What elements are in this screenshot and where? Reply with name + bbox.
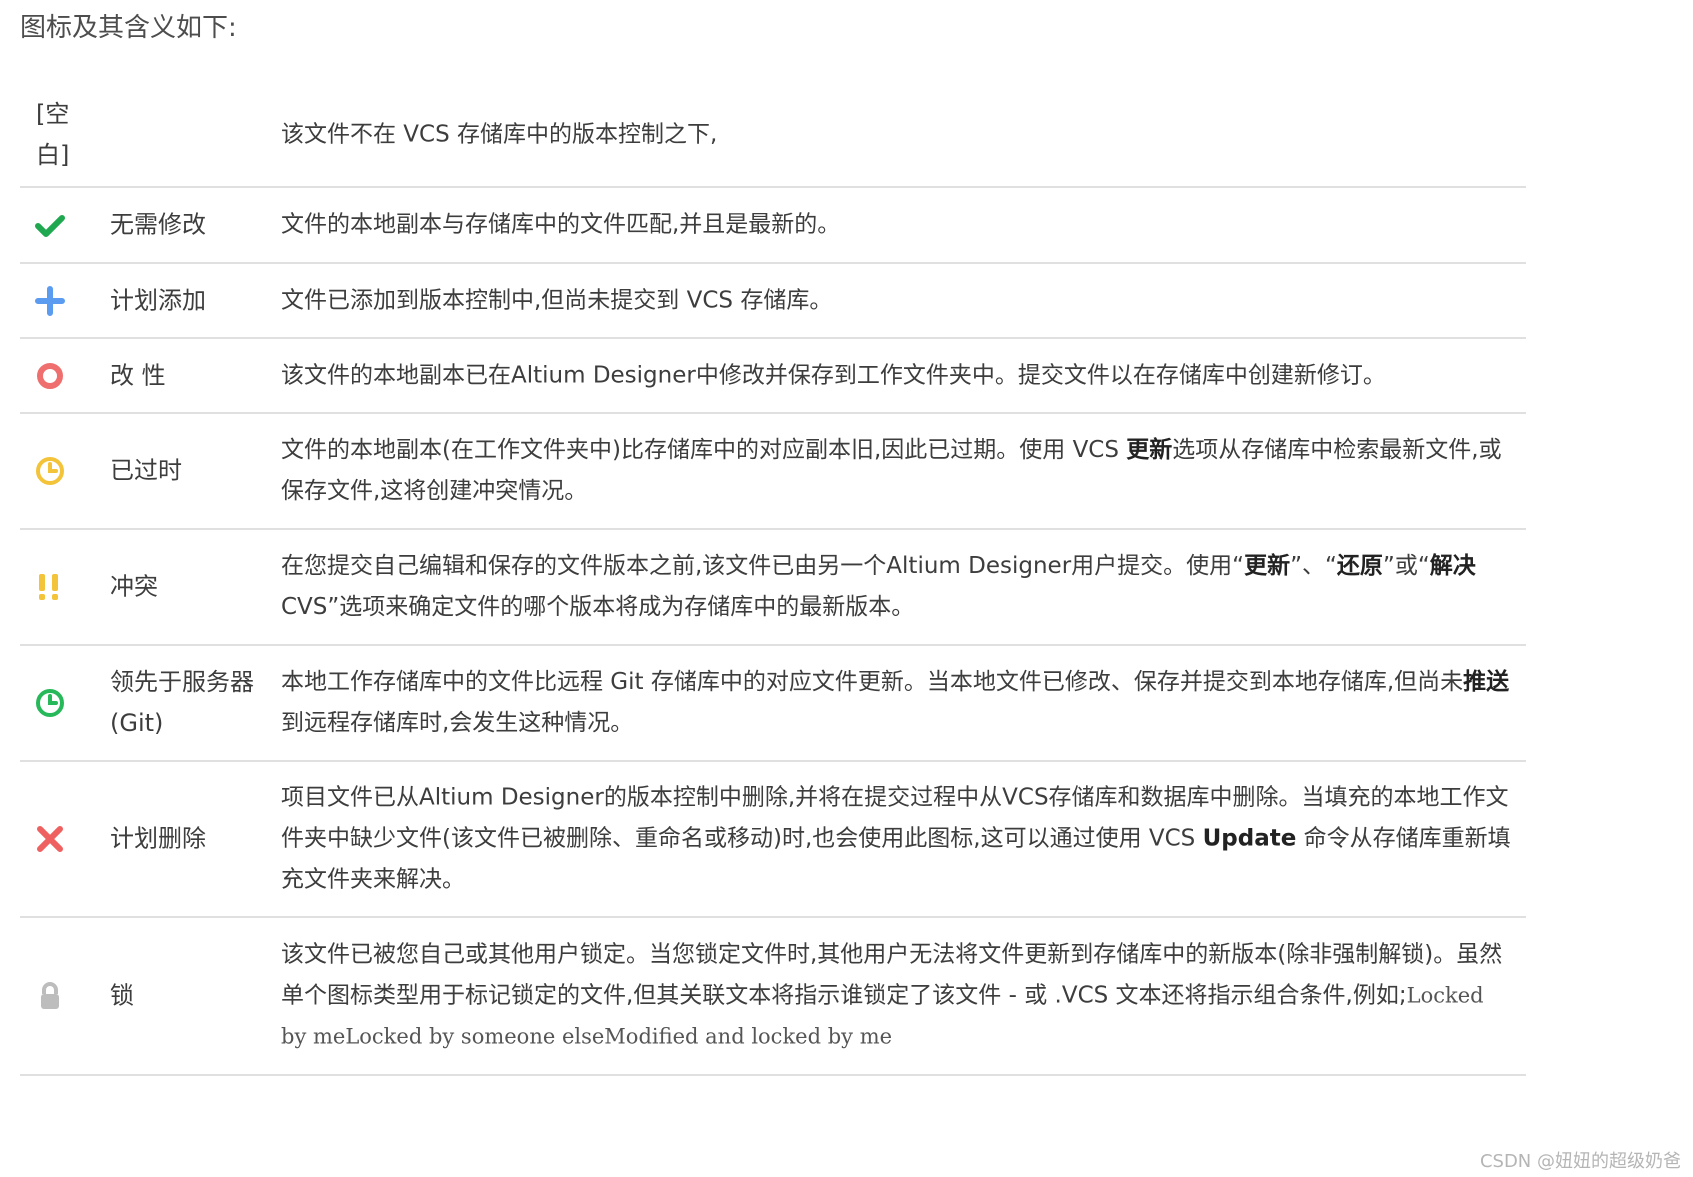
cross-icon [34, 823, 66, 855]
row-name: 无需修改 [110, 210, 206, 239]
row-name: 领先于服务器(Git) [110, 668, 254, 737]
table-row: 冲突 在您提交自己编辑和保存的文件版本之前,该文件已由另一个Altium Des… [20, 530, 1526, 646]
exclamation-icon [34, 571, 66, 603]
row-desc: 在您提交自己编辑和保存的文件版本之前,该文件已由另一个Altium Design… [281, 553, 1476, 620]
row-desc: 该文件不在 VCS 存储库中的版本控制之下, [281, 121, 718, 148]
table-row: 计划删除 项目文件已从Altium Designer的版本控制中删除,并将在提交… [20, 762, 1526, 918]
row-desc: 文件的本地副本与存储库中的文件匹配,并且是最新的。 [281, 211, 841, 238]
row-name: 冲突 [110, 572, 158, 601]
table-row: 已过时 文件的本地副本(在工作文件夹中)比存储库中的对应副本旧,因此已过期。使用… [20, 414, 1526, 530]
row-name: [空白] [36, 100, 70, 169]
row-name: 已过时 [110, 456, 182, 485]
row-name: 计划添加 [110, 286, 206, 314]
row-name: 计划删除 [110, 824, 206, 853]
table-row: 锁 该文件已被您自己或其他用户锁定。当您锁定文件时,其他用户无法将文件更新到存储… [20, 918, 1526, 1076]
table-row: 领先于服务器(Git) 本地工作存储库中的文件比远程 Git 存储库中的对应文件… [20, 646, 1526, 762]
row-name: 锁 [110, 981, 134, 1010]
table-row: [空白] 该文件不在 VCS 存储库中的版本控制之下, [20, 84, 1526, 188]
row-desc: 本地工作存储库中的文件比远程 Git 存储库中的对应文件更新。当本地文件已修改、… [281, 669, 1510, 736]
table-row: 改 性 该文件的本地副本已在Altium Designer中修改并保存到工作文件… [20, 339, 1526, 414]
plus-icon [34, 285, 66, 317]
row-name: 改 性 [110, 361, 166, 389]
row-desc: 项目文件已从Altium Designer的版本控制中删除,并将在提交过程中从V… [281, 784, 1511, 893]
intro-text: 图标及其含义如下: [20, 13, 237, 43]
icon-table: [空白] 该文件不在 VCS 存储库中的版本控制之下, 无需修改 文件的本地副本… [20, 84, 1526, 1076]
circle-icon [34, 360, 66, 392]
row-desc: 文件的本地副本(在工作文件夹中)比存储库中的对应副本旧,因此已过期。使用 VCS… [281, 437, 1502, 504]
check-icon [34, 209, 66, 241]
table-row: 计划添加 文件已添加到版本控制中,但尚未提交到 VCS 存储库。 [20, 264, 1526, 339]
row-desc: 该文件已被您自己或其他用户锁定。当您锁定文件时,其他用户无法将文件更新到存储库中… [281, 941, 1503, 1049]
watermark: CSDN @妞妞的超级奶爸 [1479, 1151, 1681, 1172]
clock-icon [34, 455, 66, 487]
row-desc: 文件已添加到版本控制中,但尚未提交到 VCS 存储库。 [281, 287, 833, 313]
row-desc: 该文件的本地副本已在Altium Designer中修改并保存到工作文件夹中。提… [281, 362, 1386, 388]
clock-green-icon [34, 687, 66, 719]
table-row: 无需修改 文件的本地副本与存储库中的文件匹配,并且是最新的。 [20, 188, 1526, 264]
lock-icon [34, 980, 66, 1012]
